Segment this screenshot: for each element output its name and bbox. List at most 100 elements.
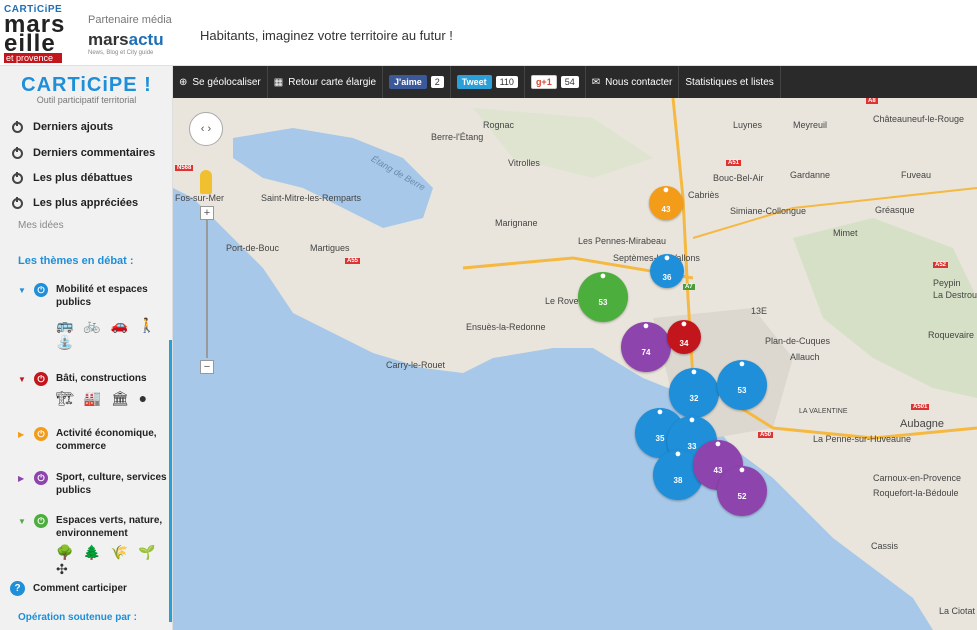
power-icon <box>12 196 23 209</box>
place-label: Fuveau <box>901 170 932 180</box>
theme-label: Espaces verts, nature, environnement <box>56 515 163 539</box>
power-icon[interactable]: ⏻ <box>34 372 48 386</box>
comment-carticiper-link[interactable]: ? Comment carticiper <box>10 581 127 596</box>
theme-mobilite[interactable]: ▼ ⏻ Mobilité et espaces publics 🚌 🚲 🚗 🚶 … <box>18 283 168 353</box>
mes-idees-link[interactable]: Mes idées <box>18 220 64 231</box>
crosshair-icon: ⊕ <box>179 76 188 88</box>
themes-scrollbar[interactable] <box>169 340 172 622</box>
place-label: Carnoux-en-Provence <box>873 473 962 483</box>
place-label: Cabriès <box>688 190 720 200</box>
expand-right-icon[interactable]: ▶ <box>18 474 24 483</box>
place-label: Plan-de-Cuques <box>765 336 831 346</box>
place-label: La Destrous <box>933 290 977 300</box>
nav-label: Les plus débattues <box>33 172 133 184</box>
power-icon[interactable]: ⏻ <box>34 283 48 297</box>
place-label: Luynes <box>733 120 763 130</box>
theme-bati[interactable]: ▼ ⏻ Bâti, constructions 🏗 🏭 🏛 ● <box>18 372 168 412</box>
geolocate-button[interactable]: ⊕ Se géolocaliser <box>173 66 268 98</box>
zoom-slider-track[interactable] <box>206 208 208 358</box>
place-label: Peypin <box>933 278 961 288</box>
power-icon[interactable]: ⏻ <box>34 471 48 485</box>
idea-pin[interactable]: 74 <box>621 316 671 372</box>
theme-icons[interactable]: 🌳 🌲 🌾 🌱 ✣ <box>56 544 168 578</box>
facebook-like[interactable]: J'aime 2 <box>383 66 451 98</box>
facebook-like-button[interactable]: J'aime <box>389 75 427 89</box>
tweet-button[interactable]: Tweet <box>456 75 492 89</box>
nav-plus-appreciees[interactable]: Les plus appréciées <box>12 196 139 209</box>
place-label: Aubagne <box>900 418 945 430</box>
place-label: Roquevaire <box>928 330 975 340</box>
road-shield: A55 <box>345 258 361 264</box>
brand-title: CARTiCiPE ! <box>21 74 152 96</box>
contact-label: Nous contacter <box>605 76 673 88</box>
idea-pin[interactable]: 52 <box>717 460 767 516</box>
idea-pin[interactable]: 53 <box>578 266 628 322</box>
nav-derniers-ajouts[interactable]: Derniers ajouts <box>12 120 113 133</box>
back-map-button[interactable]: ▦ Retour carte élargie <box>268 66 384 98</box>
expand-down-icon[interactable]: ▼ <box>18 375 26 384</box>
place-label: Allauch <box>790 352 820 362</box>
nav-label: Les plus appréciées <box>33 197 139 209</box>
theme-espaces-verts[interactable]: ▼ ⏻ Espaces verts, nature, environnement… <box>18 514 168 577</box>
pan-control[interactable]: ‹ › <box>189 112 223 146</box>
app: CARTiCiPE mars eille et provence Partena… <box>0 0 977 630</box>
carticipe-logo[interactable]: CARTiCiPE ! Outil participatif territori… <box>0 74 173 105</box>
sidebar: CARTiCiPE ! Outil participatif territori… <box>0 66 173 630</box>
place-label: LA VALENTINE <box>799 408 848 415</box>
idea-pin[interactable]: 43 <box>649 180 683 220</box>
expand-right-icon[interactable]: ▶ <box>18 430 24 439</box>
operation-label: Opération soutenue par : <box>18 612 137 623</box>
tweet[interactable]: Tweet 110 <box>451 66 525 98</box>
map[interactable]: Rognac Luynes Meyreuil Châteauneuf-le-Ro… <box>173 98 977 630</box>
zoom-in-button[interactable]: + <box>200 206 214 220</box>
stats-button[interactable]: Statistiques et listes <box>679 66 781 98</box>
place-label: Vitrolles <box>508 158 540 168</box>
gplus[interactable]: g+1 54 <box>525 66 586 98</box>
theme-icons[interactable]: 🚌 🚲 🚗 🚶 ⛲ <box>56 317 168 351</box>
power-icon[interactable]: ⏻ <box>34 514 48 528</box>
theme-label: Activité économique, commerce <box>56 428 157 452</box>
road-shield: A8 <box>866 98 878 104</box>
place-label: Fos-sur-Mer <box>175 193 224 203</box>
back-map-label: Retour carte élargie <box>288 76 377 88</box>
expand-down-icon[interactable]: ▼ <box>18 517 26 526</box>
place-label: Saint-Mitre-les-Remparts <box>261 193 362 203</box>
place-label: Ensuès-la-Redonne <box>466 322 546 332</box>
nav-derniers-commentaires[interactable]: Derniers commentaires <box>12 146 155 159</box>
gplus-button[interactable]: g+1 <box>530 75 557 89</box>
place-label: Le Rove <box>545 296 579 306</box>
pegman-icon[interactable] <box>200 170 212 194</box>
idea-pin[interactable]: 34 <box>667 314 701 354</box>
theme-sport[interactable]: ▶ ⏻ Sport, culture, services publics <box>18 471 168 501</box>
idea-pin[interactable]: 36 <box>650 248 684 288</box>
facebook-count: 2 <box>430 76 444 88</box>
place-label: Carry-le-Rouet <box>386 360 446 370</box>
theme-label: Mobilité et espaces publics <box>56 284 148 308</box>
envelope-icon: ✉ <box>591 76 601 88</box>
contact-button[interactable]: ✉ Nous contacter <box>586 66 680 98</box>
header: CARTiCiPE mars eille et provence Partena… <box>0 0 977 66</box>
place-label: Port-de-Bouc <box>226 243 280 253</box>
place-label: Simiane-Collongue <box>730 206 807 216</box>
place-label: Meyreuil <box>793 120 828 130</box>
theme-activite[interactable]: ▶ ⏻ Activité économique, commerce <box>18 427 168 457</box>
marsactu-part1: mars <box>88 30 129 49</box>
theme-icons[interactable]: 🏗 🏭 🏛 ● <box>56 390 150 407</box>
comment-label: Comment carticiper <box>33 583 127 594</box>
road-shield: A7 <box>683 284 695 290</box>
power-icon[interactable]: ⏻ <box>34 427 48 441</box>
road-shield: A501 <box>911 404 930 410</box>
place-label: Rognac <box>483 120 515 130</box>
road-shield: A50 <box>758 432 774 438</box>
expand-down-icon[interactable]: ▼ <box>18 286 26 295</box>
idea-pin[interactable]: 53 <box>717 354 767 410</box>
marsactu-logo[interactable]: marsactu <box>88 30 164 50</box>
place-label: Gardanne <box>790 170 831 180</box>
place-label: Berre-l'Étang <box>431 132 484 142</box>
stats-label: Statistiques et listes <box>685 76 774 88</box>
zoom-out-button[interactable]: − <box>200 360 214 374</box>
marseille-logo[interactable]: CARTiCiPE mars eille et provence <box>4 4 76 63</box>
place-label: Cassis <box>871 541 899 551</box>
theme-label: Bâti, constructions <box>56 373 147 384</box>
nav-plus-debattues[interactable]: Les plus débattues <box>12 171 133 184</box>
